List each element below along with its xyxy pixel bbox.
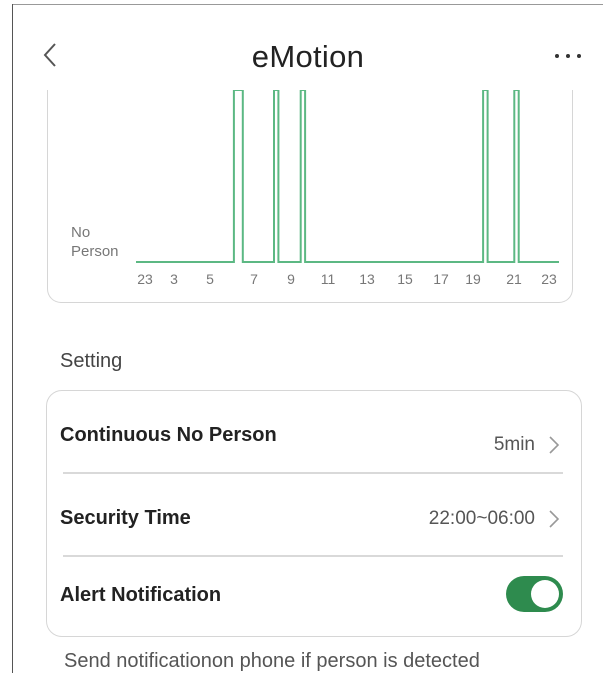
more-dot bbox=[577, 54, 581, 58]
x-tick-label: 23 bbox=[137, 271, 153, 287]
setting-row-security-time[interactable]: Security Time 22:00~06:00 bbox=[47, 473, 581, 556]
security-time-label: Security Time bbox=[60, 507, 191, 529]
x-tick-label: 3 bbox=[170, 271, 178, 287]
more-options-button[interactable] bbox=[543, 41, 593, 71]
x-tick-label: 5 bbox=[206, 271, 214, 287]
y-state-label-line2: Person bbox=[71, 243, 119, 260]
setting-row-alert-notification: Alert Notification bbox=[47, 556, 581, 636]
occupancy-line bbox=[136, 90, 559, 263]
x-tick-label: 11 bbox=[321, 271, 336, 287]
section-title-setting: Setting bbox=[60, 350, 123, 372]
x-tick-label: 13 bbox=[359, 271, 375, 287]
activity-chart: No Person 23 3 5 7 9 11 13 15 17 19 21 23 bbox=[71, 90, 559, 287]
more-dots-icon bbox=[555, 54, 559, 58]
x-tick-label: 15 bbox=[397, 271, 413, 287]
activity-chart-card: No Person 23 3 5 7 9 11 13 15 17 19 21 23 bbox=[47, 90, 573, 303]
settings-card: Continuous No Person 5min Security Time … bbox=[46, 390, 582, 637]
toggle-knob bbox=[531, 580, 559, 608]
x-tick-label: 23 bbox=[541, 271, 557, 287]
x-tick-label: 21 bbox=[506, 271, 522, 287]
chart-line-group bbox=[136, 90, 559, 263]
chevron-right-icon bbox=[549, 436, 560, 454]
alert-helper-text: Send notificationon phone if person is d… bbox=[64, 650, 480, 672]
alert-notification-toggle[interactable] bbox=[506, 576, 563, 612]
page-title: eMotion bbox=[251, 39, 365, 74]
continuous-no-person-value: 5min bbox=[493, 434, 535, 455]
x-tick-label: 19 bbox=[465, 271, 481, 287]
x-tick-label: 9 bbox=[287, 271, 295, 287]
y-state-label-line1: No bbox=[71, 224, 90, 241]
window-frame-left bbox=[12, 4, 13, 673]
security-time-value: 22:00~06:00 bbox=[428, 508, 535, 529]
alert-notification-label: Alert Notification bbox=[60, 584, 222, 606]
chevron-right-icon bbox=[549, 510, 560, 528]
x-tick-label: 17 bbox=[433, 271, 449, 287]
more-dot bbox=[566, 54, 570, 58]
chart-ticks-group: 23 3 5 7 9 11 13 15 17 19 21 23 bbox=[137, 271, 557, 287]
navigation-bar: eMotion bbox=[13, 5, 603, 100]
setting-row-continuous-no-person[interactable]: Continuous No Person 5min bbox=[47, 391, 581, 473]
continuous-no-person-label: Continuous No Person bbox=[60, 424, 277, 446]
x-tick-label: 7 bbox=[250, 271, 258, 287]
